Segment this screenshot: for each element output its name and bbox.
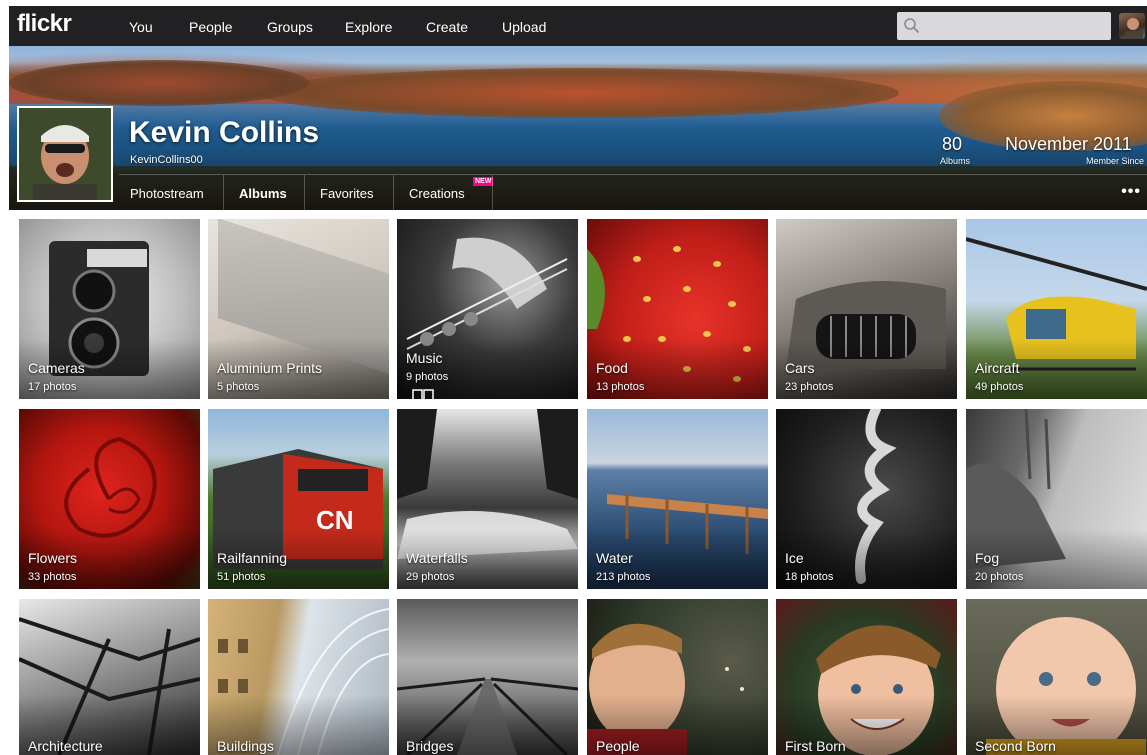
album-count: 17 photos xyxy=(28,381,77,393)
album-title: First Born xyxy=(785,738,846,754)
album-count: 5 photos xyxy=(217,381,260,393)
album-count: 18 photos xyxy=(785,571,834,583)
tab-favorites[interactable]: Favorites xyxy=(320,186,373,201)
user-photo-icon xyxy=(19,108,111,200)
profile-username: KevinCollins00 xyxy=(130,154,203,166)
album-count: 33 photos xyxy=(28,571,77,583)
divider xyxy=(393,175,394,210)
profile-banner: Kevin Collins KevinCollins00 80 Albums N… xyxy=(9,46,1147,210)
album-count: 23 photos xyxy=(785,381,834,393)
album-title: Aircraft xyxy=(975,360,1020,376)
album-title: Fog xyxy=(975,550,1000,566)
nav-upload[interactable]: Upload xyxy=(502,19,546,35)
album-railfanning[interactable]: CN Railfanning 51 photos xyxy=(208,409,389,589)
album-count: 49 photos xyxy=(975,381,1024,393)
album-waterfalls[interactable]: Waterfalls 29 photos xyxy=(397,409,578,589)
album-second-born[interactable]: Second Born xyxy=(966,599,1147,755)
album-title: Flowers xyxy=(28,550,78,566)
banner-hill xyxy=(9,60,309,106)
album-first-born[interactable]: First Born xyxy=(776,599,957,755)
banner-hill xyxy=(259,68,899,118)
book-icon xyxy=(412,389,434,399)
album-title: Cars xyxy=(785,360,815,376)
album-architecture[interactable]: Architecture xyxy=(19,599,200,755)
tab-photostream[interactable]: Photostream xyxy=(130,186,204,201)
divider xyxy=(304,175,305,210)
profile-subnav: Photostream Albums Favorites Creations N… xyxy=(119,174,1147,210)
album-title: Waterfalls xyxy=(406,550,468,566)
album-cars[interactable]: Cars 23 photos xyxy=(776,219,957,399)
member-since-date: November 2011 xyxy=(1005,134,1132,154)
more-icon[interactable]: ••• xyxy=(1121,183,1141,201)
account-avatar[interactable] xyxy=(1119,13,1145,39)
top-nav: flickr You People Groups Explore Create … xyxy=(9,6,1147,46)
album-title: Aluminium Prints xyxy=(217,360,323,376)
albums-count: 80 xyxy=(942,134,963,154)
nav-you[interactable]: You xyxy=(129,19,153,35)
album-flowers[interactable]: Flowers 33 photos xyxy=(19,409,200,589)
album-title: Music xyxy=(406,350,443,366)
search-input[interactable] xyxy=(897,12,1111,40)
new-badge: NEW xyxy=(473,177,494,186)
album-water[interactable]: Water 213 photos xyxy=(587,409,768,589)
album-title: Cameras xyxy=(28,360,85,376)
user-photo-icon xyxy=(1125,18,1143,39)
album-title: Buildings xyxy=(217,738,274,754)
album-aircraft[interactable]: Aircraft 49 photos xyxy=(966,219,1147,399)
nav-create[interactable]: Create xyxy=(426,19,468,35)
divider xyxy=(223,175,224,210)
album-aluminium-prints[interactable]: Aluminium Prints 5 photos xyxy=(208,219,389,399)
album-count: 20 photos xyxy=(975,571,1024,583)
albums-label: Albums xyxy=(940,156,971,166)
album-count: 213 photos xyxy=(596,571,651,583)
album-cameras[interactable]: Cameras 17 photos xyxy=(19,219,200,399)
nav-people[interactable]: People xyxy=(189,19,233,35)
album-title: Water xyxy=(596,550,633,566)
album-music[interactable]: Music 9 photos xyxy=(397,219,578,399)
profile-avatar[interactable] xyxy=(17,106,113,202)
album-food[interactable]: Food 13 photos xyxy=(587,219,768,399)
album-title: Second Born xyxy=(975,738,1056,754)
tab-albums[interactable]: Albums xyxy=(239,186,287,201)
nav-groups[interactable]: Groups xyxy=(267,19,313,35)
album-ice[interactable]: Ice 18 photos xyxy=(776,409,957,589)
member-since-label: Member Since xyxy=(1086,156,1145,166)
search-icon xyxy=(904,18,920,34)
album-title: Ice xyxy=(785,550,804,566)
album-count: 9 photos xyxy=(406,371,449,383)
album-count: 51 photos xyxy=(217,571,266,583)
album-title: Food xyxy=(596,360,628,376)
nav-explore[interactable]: Explore xyxy=(345,19,392,35)
profile-name: Kevin Collins xyxy=(129,116,320,149)
flickr-logo[interactable]: flickr xyxy=(17,10,72,38)
album-count: 29 photos xyxy=(406,571,455,583)
album-title: People xyxy=(596,738,640,754)
divider xyxy=(492,175,493,210)
album-title: Bridges xyxy=(406,738,454,754)
album-fog[interactable]: Fog 20 photos xyxy=(966,409,1147,589)
album-buildings[interactable]: Buildings xyxy=(208,599,389,755)
album-title: Architecture xyxy=(28,738,103,754)
album-count: 13 photos xyxy=(596,381,645,393)
album-title: Railfanning xyxy=(217,550,288,566)
tab-creations[interactable]: Creations xyxy=(409,186,465,201)
album-people[interactable]: People xyxy=(587,599,768,755)
album-bridges[interactable]: Bridges xyxy=(397,599,578,755)
